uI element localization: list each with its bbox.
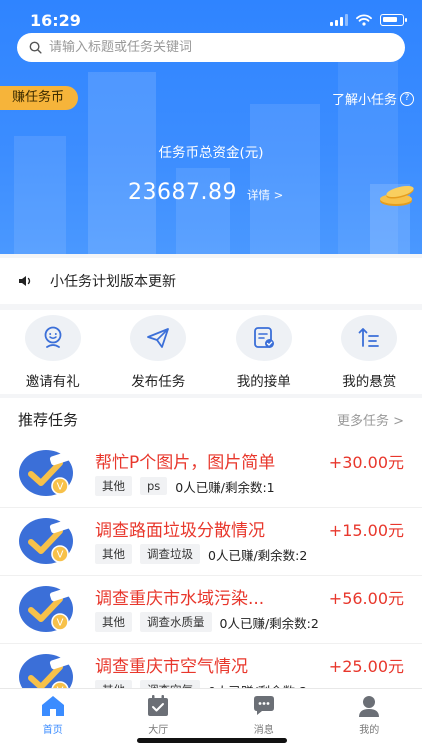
- coins-icon: [380, 185, 414, 206]
- more-tasks-link[interactable]: 更多任务 >: [337, 410, 404, 429]
- tab-mine-label: 我的: [359, 725, 380, 736]
- task-avatar-icon: V: [19, 586, 73, 632]
- action-invite-circle: [24, 315, 81, 361]
- task-progress: 0人已赚/剩余数:2: [208, 547, 308, 563]
- task-tag: 其他: [95, 680, 132, 688]
- search-bar[interactable]: [17, 33, 405, 62]
- status-time: 16:29: [30, 11, 81, 30]
- task-reward: +25.00元: [328, 657, 404, 676]
- action-my-orders-circle: [235, 315, 292, 361]
- question-icon: ?: [400, 91, 414, 106]
- tasks-header: 推荐任务 更多任务 >: [0, 398, 422, 440]
- svg-text:V: V: [57, 482, 64, 493]
- learn-more-link[interactable]: 了解小任务 ?: [332, 89, 414, 108]
- order-check-icon: [253, 327, 274, 348]
- task-tag: 其他: [95, 544, 132, 564]
- task-reward: +15.00元: [328, 521, 404, 540]
- task-tag: 调查空气: [140, 680, 200, 688]
- task-meta: 其他 调查水质量 0人已赚/剩余数:2: [95, 612, 319, 632]
- calendar-check-icon: [148, 695, 169, 716]
- action-invite-label: 邀请有礼: [25, 374, 80, 390]
- smile-user-icon: [44, 326, 62, 348]
- action-my-rewards[interactable]: 我的悬赏: [317, 310, 422, 394]
- action-my-rewards-circle: [341, 315, 398, 361]
- task-title: 调查重庆市水域污染...: [95, 589, 265, 609]
- person-icon: [359, 696, 380, 717]
- task-title: 调查路面垃圾分散情况: [95, 521, 265, 541]
- task-meta: 其他 ps 0人已赚/剩余数:1: [95, 476, 275, 496]
- svg-text:V: V: [57, 550, 64, 561]
- tab-messages-label: 消息: [253, 725, 274, 736]
- status-icons: [330, 14, 407, 26]
- task-item[interactable]: V 调查重庆市空气情况 +25.00元 其他 调查空气 0人已赚/剩余数:2: [0, 644, 422, 688]
- search-icon: [29, 41, 42, 54]
- task-tag: 调查垃圾: [140, 544, 200, 564]
- paper-plane-icon: [147, 328, 170, 348]
- home-indicator: [137, 738, 287, 743]
- task-meta: 其他 调查空气 0人已赚/剩余数:2: [95, 680, 307, 688]
- task-progress: 0人已赚/剩余数:2: [219, 615, 319, 631]
- recommended-tasks: 推荐任务 更多任务 > V 帮忙P个图片，图片简单 +30.00元 其他 ps …: [0, 398, 422, 688]
- quick-actions: 邀请有礼 发布任务 我的接单 我的悬赏: [0, 310, 422, 394]
- task-reward: +30.00元: [328, 453, 404, 472]
- task-item[interactable]: V 调查重庆市水域污染... +56.00元 其他 调查水质量 0人已赚/剩余数…: [0, 576, 422, 644]
- search-input[interactable]: [49, 40, 389, 55]
- learn-more-label: 了解小任务: [331, 93, 397, 108]
- hero-banner: 16:29 赚任务币 了解小任务 ? 任务币总资金(元) 23687.89 详情…: [0, 0, 422, 254]
- action-publish-circle: [130, 315, 187, 361]
- chat-bubble-icon: [253, 696, 274, 715]
- status-bar: 16:29: [0, 10, 422, 32]
- home-icon: [41, 696, 64, 716]
- building-decoration: [88, 72, 156, 254]
- task-title: 调查重庆市空气情况: [95, 657, 248, 677]
- action-publish[interactable]: 发布任务: [106, 310, 212, 394]
- tab-hall-label: 大厅: [148, 725, 169, 736]
- fund-row: 23687.89 详情 >: [128, 180, 283, 205]
- action-my-orders[interactable]: 我的接单: [211, 310, 317, 394]
- action-my-orders-label: 我的接单: [236, 374, 291, 390]
- notice-text: 小任务计划版本更新: [50, 274, 176, 290]
- signal-icon: [330, 14, 348, 26]
- task-progress: 0人已赚/剩余数:1: [175, 479, 275, 495]
- task-meta: 其他 调查垃圾 0人已赚/剩余数:2: [95, 544, 307, 564]
- building-decoration: [250, 104, 320, 254]
- action-my-rewards-label: 我的悬赏: [342, 374, 397, 390]
- task-list: V 帮忙P个图片，图片简单 +30.00元 其他 ps 0人已赚/剩余数:1 V…: [0, 440, 422, 688]
- notice-bar[interactable]: 小任务计划版本更新: [0, 258, 422, 304]
- task-item[interactable]: V 调查路面垃圾分散情况 +15.00元 其他 调查垃圾 0人已赚/剩余数:2: [0, 508, 422, 576]
- action-invite[interactable]: 邀请有礼: [0, 310, 106, 394]
- task-avatar-icon: V: [19, 450, 73, 496]
- wifi-icon: [356, 14, 372, 26]
- task-tag: 其他: [95, 476, 132, 496]
- task-avatar-icon: V: [19, 654, 73, 688]
- action-publish-label: 发布任务: [131, 374, 186, 390]
- tasks-title: 推荐任务: [18, 410, 79, 429]
- fund-label: 任务币总资金(元): [158, 145, 264, 161]
- tab-home-label: 首页: [42, 725, 63, 736]
- tab-mine[interactable]: 我的: [317, 689, 422, 750]
- task-tag: 其他: [95, 612, 132, 632]
- tab-home[interactable]: 首页: [0, 689, 106, 750]
- speaker-icon: [19, 276, 31, 286]
- fund-detail-link[interactable]: 详情 >: [247, 187, 283, 203]
- battery-icon: [380, 14, 407, 26]
- task-progress: 0人已赚/剩余数:2: [208, 681, 307, 689]
- task-reward: +56.00元: [328, 589, 404, 608]
- task-item[interactable]: V 帮忙P个图片，图片简单 +30.00元 其他 ps 0人已赚/剩余数:1: [0, 440, 422, 508]
- sort-list-icon: [358, 328, 380, 347]
- task-title: 帮忙P个图片，图片简单: [95, 453, 276, 473]
- task-tag: 调查水质量: [140, 612, 212, 632]
- task-tag: ps: [140, 477, 168, 495]
- svg-text:V: V: [57, 618, 64, 629]
- earn-coins-tag[interactable]: 赚任务币: [0, 86, 79, 110]
- task-avatar-icon: V: [19, 518, 73, 564]
- fund-amount: 23687.89: [128, 180, 237, 205]
